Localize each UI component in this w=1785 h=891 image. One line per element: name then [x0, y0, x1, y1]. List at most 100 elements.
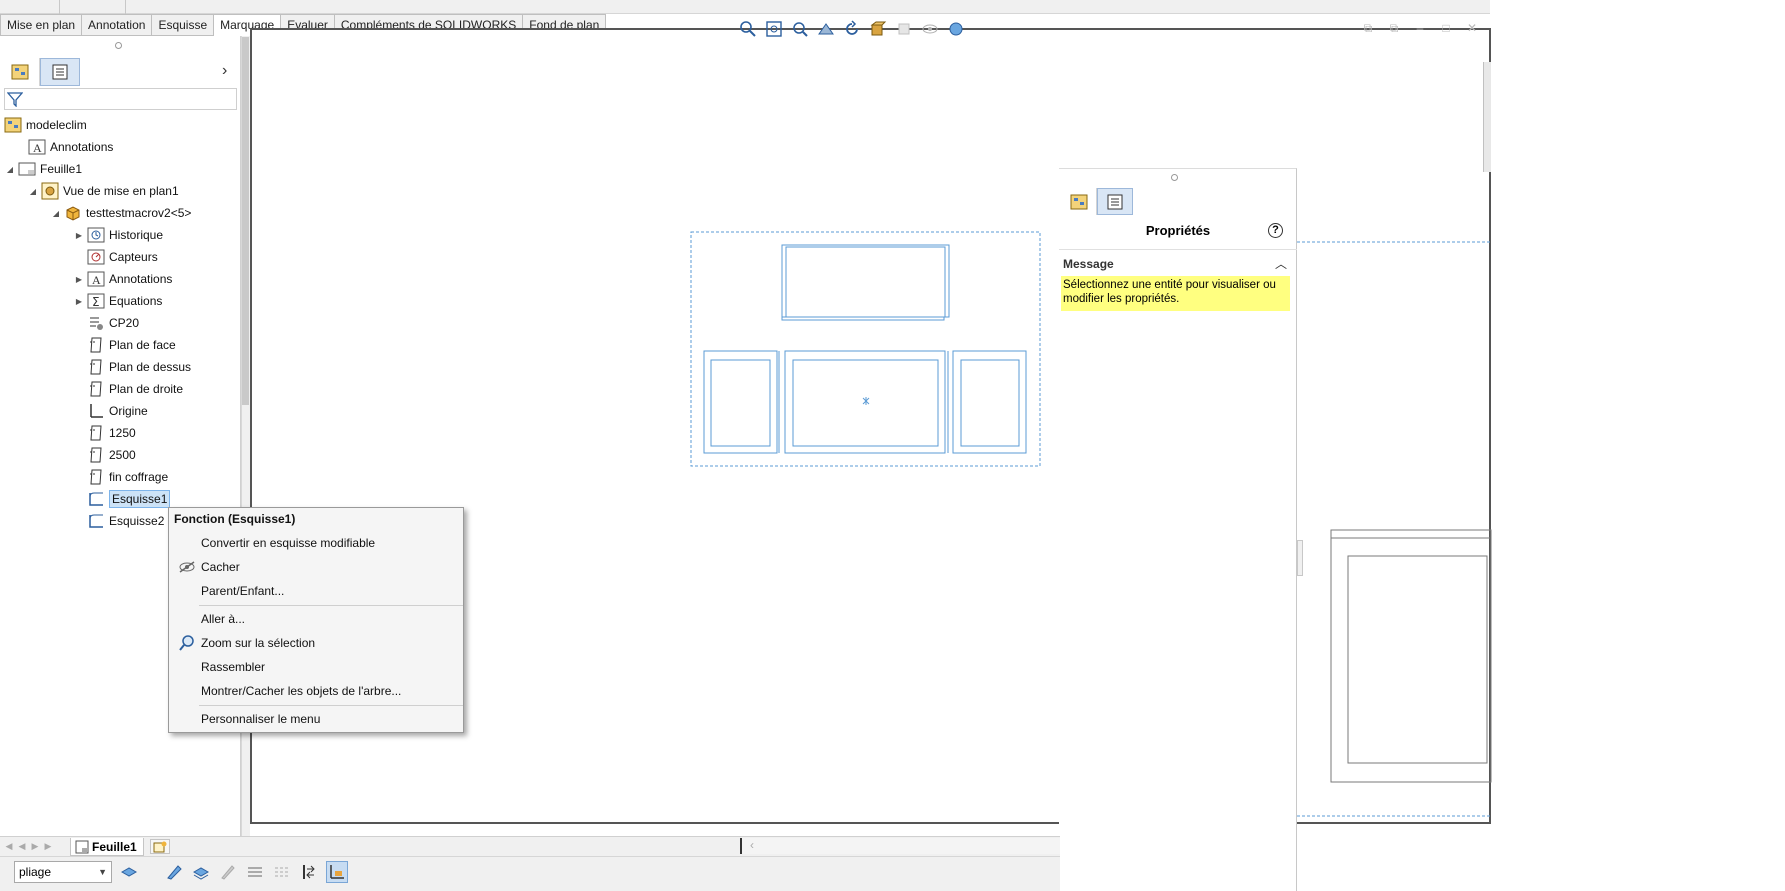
- tree-node-capteurs[interactable]: Capteurs: [85, 246, 158, 268]
- swap-icon: [303, 865, 315, 879]
- line-thickness-button[interactable]: [190, 861, 212, 883]
- help-icon[interactable]: ?: [1268, 223, 1283, 238]
- maximize-icon[interactable]: □: [1438, 20, 1454, 36]
- tree-label: Equations: [109, 294, 163, 308]
- tree-node-historique[interactable]: ▶ Historique: [73, 224, 163, 246]
- tree-node-drawing[interactable]: modeleclim: [2, 114, 87, 136]
- property-manager-tab[interactable]: [1097, 188, 1133, 215]
- property-manager-tabs: [1061, 188, 1133, 215]
- last-sheet-arrow-icon[interactable]: ▶: [43, 841, 53, 853]
- message-box: Sélectionnez une entité pour visualiser …: [1061, 276, 1290, 311]
- tile-horizontal-icon[interactable]: ⧉: [1360, 20, 1376, 36]
- tree-node-equations[interactable]: ▶ Σ Equations: [73, 290, 162, 312]
- tree-node-part[interactable]: ◢ testtestmacrov2<5>: [50, 202, 191, 224]
- menu-item-collapse[interactable]: Rassembler: [170, 656, 462, 678]
- zoom-area-icon[interactable]: [764, 19, 784, 39]
- tree-node-origine[interactable]: Origine: [85, 400, 148, 422]
- collapsed-arrow-icon[interactable]: ▶: [73, 273, 85, 285]
- expanded-arrow-icon[interactable]: ◢: [4, 163, 16, 175]
- panel-grip-icon[interactable]: [1171, 174, 1178, 181]
- tree-node-esquisse1[interactable]: Esquisse1: [85, 488, 171, 510]
- panel-splitter[interactable]: [1297, 540, 1303, 576]
- chevron-up-icon[interactable]: ︿: [1275, 255, 1287, 272]
- hide-edge-button[interactable]: [244, 861, 266, 883]
- menu-item-hide[interactable]: Cacher: [170, 556, 462, 578]
- menu-item-label: Parent/Enfant...: [201, 584, 285, 598]
- minimize-icon[interactable]: –: [1412, 20, 1428, 36]
- sensors-folder-icon: [87, 248, 105, 266]
- line-format-button[interactable]: [271, 861, 293, 883]
- task-pane-strip[interactable]: [1483, 62, 1491, 172]
- default-formatting-button[interactable]: [326, 861, 348, 883]
- tree-node-sheet[interactable]: ◢ Feuille1: [4, 158, 82, 180]
- tree-node-plan-droite[interactable]: Plan de droite: [85, 378, 183, 400]
- tree-node-part-annotations[interactable]: ▶ A Annotations: [73, 268, 172, 290]
- tab-esquisse[interactable]: Esquisse: [152, 14, 215, 36]
- zoom-fit-icon[interactable]: [738, 19, 758, 39]
- color-display-mode-button[interactable]: [298, 861, 320, 883]
- feature-tree-scroll-thumb[interactable]: [242, 37, 249, 405]
- menu-item-goto[interactable]: Aller à...: [170, 608, 462, 630]
- tree-node-cp20[interactable]: CP20: [85, 312, 139, 334]
- filter-icon[interactable]: [6, 91, 24, 110]
- expanded-arrow-icon[interactable]: ◢: [50, 207, 62, 219]
- menu-item-label: Zoom sur la sélection: [201, 636, 316, 650]
- tree-label: Plan de dessus: [109, 360, 192, 374]
- next-sheet-arrow-icon[interactable]: ▶: [30, 841, 40, 853]
- tree-label: Historique: [109, 228, 164, 242]
- layer-select[interactable]: pliage ▼: [14, 861, 112, 883]
- expanded-arrow-icon[interactable]: ◢: [27, 185, 39, 197]
- tab-mise-en-plan[interactable]: Mise en plan: [0, 14, 83, 36]
- tree-node-fin-coffrage[interactable]: fin coffrage: [85, 466, 168, 488]
- feature-manager-tab[interactable]: [1061, 188, 1097, 215]
- tree-node-2500[interactable]: 2500: [85, 444, 136, 466]
- property-manager-tab[interactable]: [40, 58, 80, 86]
- tree-node-plan-dessus[interactable]: Plan de dessus: [85, 356, 191, 378]
- view-orientation-icon[interactable]: [868, 19, 888, 39]
- collapsed-arrow-icon[interactable]: ▶: [73, 229, 85, 241]
- layer-stack-icon: [120, 867, 138, 877]
- scene-icon[interactable]: [946, 19, 966, 39]
- tab-annotation[interactable]: Annotation: [82, 14, 153, 36]
- horizontal-scrollbar[interactable]: ‹: [740, 838, 1060, 854]
- menu-item-label: Cacher: [201, 560, 240, 574]
- display-style-icon[interactable]: [894, 19, 914, 39]
- rotate-icon[interactable]: [842, 19, 862, 39]
- collapsed-arrow-icon[interactable]: ▶: [73, 295, 85, 307]
- zoom-prev-icon[interactable]: [790, 19, 810, 39]
- first-sheet-arrow-icon[interactable]: ◀: [4, 841, 14, 853]
- pencil-icon: [221, 865, 235, 880]
- menu-item-parent-child[interactable]: Parent/Enfant...: [170, 580, 462, 602]
- menu-item-show-hide-tree[interactable]: Montrer/Cacher les objets de l'arbre...: [170, 680, 462, 702]
- expand-panel-chevron-icon[interactable]: ›: [222, 62, 227, 80]
- tile-vertical-icon[interactable]: ⧉: [1386, 20, 1402, 36]
- hide-show-icon[interactable]: [920, 19, 940, 39]
- tree-node-drawing-view[interactable]: ◢ Vue de mise en plan1: [27, 180, 179, 202]
- tree-node-1250[interactable]: 1250: [85, 422, 136, 444]
- add-sheet-icon[interactable]: [150, 839, 170, 854]
- panel-grip-icon[interactable]: [115, 42, 122, 49]
- tree-node-esquisse2[interactable]: Esquisse2: [85, 510, 164, 532]
- menu-item-label: Convertir en esquisse modifiable: [201, 536, 376, 550]
- prev-sheet-arrow-icon[interactable]: ◀: [17, 841, 27, 853]
- tree-node-plan-face[interactable]: Plan de face: [85, 334, 176, 356]
- feature-tree-filter-input[interactable]: [4, 88, 237, 110]
- menu-item-customize[interactable]: Personnaliser le menu: [170, 708, 462, 730]
- scroll-left-icon[interactable]: ‹: [750, 838, 754, 852]
- lines-icon: [248, 867, 262, 877]
- close-icon[interactable]: ✕: [1464, 20, 1480, 36]
- plane-icon: [87, 336, 105, 354]
- svg-text:A: A: [33, 141, 42, 155]
- tree-label: 1250: [109, 426, 136, 440]
- layer-properties-button[interactable]: [118, 861, 140, 883]
- line-style-button[interactable]: [217, 861, 239, 883]
- feature-manager-tab[interactable]: [0, 58, 40, 86]
- line-color-button[interactable]: [163, 861, 185, 883]
- section-view-icon[interactable]: [816, 19, 836, 39]
- menu-item-zoom-selection[interactable]: Zoom sur la sélection: [170, 632, 462, 654]
- chevron-down-icon: ▼: [98, 867, 107, 877]
- tree-node-annotations[interactable]: A Annotations: [14, 136, 113, 158]
- sheet-tab[interactable]: Feuille1: [70, 838, 144, 856]
- menu-item-convert[interactable]: Convertir en esquisse modifiable: [170, 532, 462, 554]
- tree-label: Plan de droite: [109, 382, 184, 396]
